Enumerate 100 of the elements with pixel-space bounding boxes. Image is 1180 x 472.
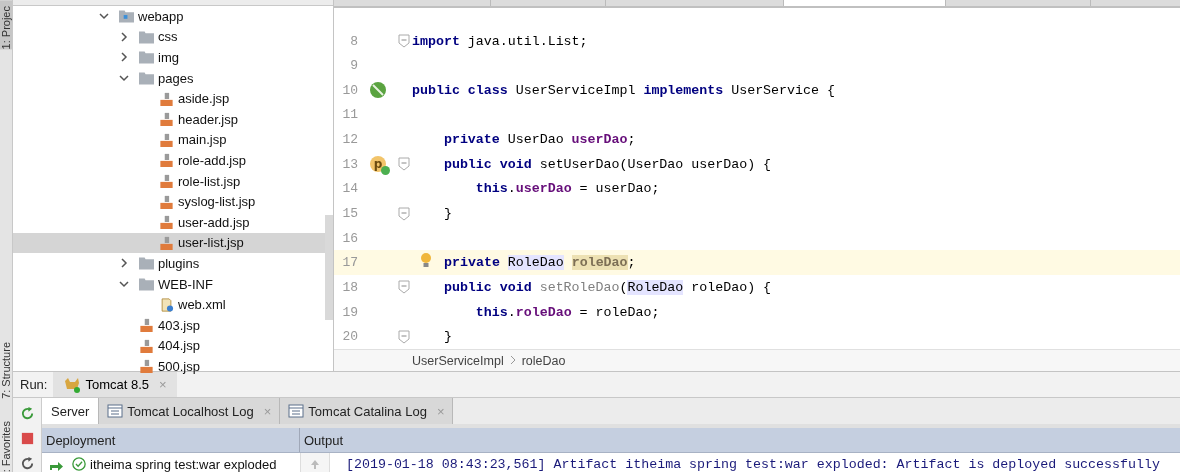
tree-item[interactable]: aside.jsp bbox=[13, 88, 325, 109]
folder-icon bbox=[139, 29, 154, 44]
chevron-icon[interactable] bbox=[119, 258, 129, 269]
log-tab[interactable]: Tomcat Catalina Log × bbox=[280, 398, 454, 424]
xml-file-icon bbox=[159, 297, 174, 312]
editor-tab[interactable] bbox=[606, 0, 784, 6]
fold-marker-icon[interactable] bbox=[398, 280, 410, 295]
log-icon bbox=[107, 403, 124, 419]
tool-window-button[interactable]: 7: Structure bbox=[0, 341, 12, 399]
fold-marker-icon[interactable] bbox=[398, 206, 410, 221]
code-text: UserServiceImpl bbox=[514, 82, 637, 98]
tree-item[interactable]: WEB-INF bbox=[13, 273, 325, 295]
jsp-file-icon bbox=[139, 318, 154, 333]
jsp-file-icon bbox=[159, 215, 174, 230]
code-text: roleDao) { bbox=[690, 279, 772, 295]
keyword: implements bbox=[643, 82, 724, 98]
chevron-icon[interactable] bbox=[119, 73, 129, 84]
fold-marker-icon[interactable] bbox=[398, 157, 410, 172]
line-number: 18 bbox=[341, 279, 358, 295]
code-text: = userDao; bbox=[578, 181, 660, 197]
editor-tab[interactable] bbox=[784, 0, 946, 6]
code-text: UserService { bbox=[730, 82, 835, 98]
code-text: ( bbox=[619, 279, 628, 295]
keyword: private bbox=[442, 132, 500, 148]
chevron-icon[interactable] bbox=[119, 52, 129, 63]
chevron-icon[interactable] bbox=[119, 31, 129, 42]
line-number: 8 bbox=[349, 33, 358, 49]
code-text: setUserDao(UserDao userDao) { bbox=[538, 156, 772, 172]
chevron-icon[interactable] bbox=[119, 279, 129, 289]
folder-icon bbox=[119, 9, 134, 24]
column-header: Deployment bbox=[42, 428, 300, 452]
jsp-file-icon bbox=[159, 153, 174, 168]
fold-marker-icon[interactable] bbox=[398, 34, 410, 49]
fold-marker-icon[interactable] bbox=[398, 329, 410, 344]
tree-item[interactable]: 404.jsp bbox=[13, 335, 325, 357]
code-text: . bbox=[507, 181, 516, 197]
tree-item[interactable]: role-list.jsp bbox=[13, 170, 325, 192]
line-number: 9 bbox=[349, 58, 358, 74]
line-number: 15 bbox=[341, 206, 358, 221]
tree-item[interactable]: role-add.jsp bbox=[13, 150, 325, 171]
code-text: } bbox=[442, 206, 452, 221]
folder-icon bbox=[139, 256, 154, 271]
line-number: 20 bbox=[341, 329, 358, 345]
chevron-icon[interactable] bbox=[99, 11, 109, 22]
keyword: public void bbox=[442, 279, 533, 295]
field-name: userDao bbox=[571, 132, 628, 148]
line-number: 11 bbox=[341, 107, 358, 123]
jsp-file-icon bbox=[139, 359, 154, 374]
breadcrumb[interactable]: roleDao bbox=[521, 353, 566, 368]
keyword: this bbox=[474, 304, 508, 320]
jsp-file-icon bbox=[159, 91, 174, 106]
tree-item[interactable]: syslog-list.jsp bbox=[13, 191, 325, 212]
editor-tab[interactable] bbox=[491, 0, 606, 6]
code-text: java.util.List; bbox=[466, 33, 588, 49]
tree-item[interactable]: web.xml bbox=[13, 294, 325, 315]
log-tab[interactable]: Tomcat Localhost Log × bbox=[99, 398, 281, 424]
tree-item[interactable]: user-add.jsp bbox=[13, 211, 325, 233]
field-name: roleDao bbox=[515, 304, 572, 320]
code-text: = roleDao; bbox=[578, 304, 660, 320]
jsp-file-icon bbox=[159, 174, 174, 189]
scrollbar-thumb[interactable] bbox=[325, 215, 333, 320]
restart-icon[interactable] bbox=[19, 456, 35, 471]
line-number: 10 bbox=[341, 82, 358, 98]
tree-item[interactable]: user-list.jsp bbox=[13, 232, 325, 254]
stop-icon[interactable] bbox=[19, 431, 35, 446]
tree-item[interactable]: main.jsp bbox=[13, 129, 325, 151]
folder-icon bbox=[139, 71, 154, 86]
run-label: Run: bbox=[19, 377, 49, 392]
tree-item[interactable]: css bbox=[13, 26, 325, 48]
check-circle-icon bbox=[72, 457, 86, 471]
jsp-file-icon bbox=[159, 132, 174, 147]
log-icon bbox=[288, 403, 305, 419]
editor-tab[interactable] bbox=[334, 0, 491, 6]
table-cell: itheima spring test:war exploded bbox=[90, 456, 277, 472]
slashed-circle-icon[interactable] bbox=[369, 81, 387, 100]
tree-item[interactable]: header.jsp bbox=[13, 108, 325, 130]
code-text: . bbox=[507, 304, 516, 320]
run-tab[interactable]: Tomcat 8.5 × bbox=[53, 372, 177, 397]
lightbulb-icon[interactable] bbox=[420, 251, 432, 268]
tree-item[interactable]: pages bbox=[13, 67, 325, 89]
tool-window-button[interactable]: 1: Projec bbox=[0, 0, 12, 50]
line-number: 12 bbox=[341, 132, 358, 148]
log-tab[interactable]: Server bbox=[42, 398, 100, 424]
jsp-file-icon bbox=[159, 112, 174, 127]
tree-item[interactable]: plugins bbox=[13, 253, 325, 274]
tree-item[interactable]: 403.jsp bbox=[13, 314, 325, 336]
breadcrumb[interactable]: UserServiceImpl bbox=[412, 353, 504, 368]
column-header: Output bbox=[303, 431, 344, 450]
cat-icon bbox=[63, 376, 82, 393]
line-number: 16 bbox=[341, 230, 358, 246]
rerun-icon[interactable] bbox=[19, 406, 35, 421]
editor-tab[interactable] bbox=[946, 0, 1091, 6]
tool-window-button[interactable]: : Favorites bbox=[0, 420, 12, 472]
field-name: roleDao bbox=[571, 255, 628, 271]
editor-tab[interactable] bbox=[1091, 0, 1180, 6]
up-arrow-icon[interactable] bbox=[309, 458, 321, 470]
keyword: import bbox=[412, 33, 460, 49]
type-name: RoleDao bbox=[627, 279, 684, 295]
tree-item[interactable]: img bbox=[13, 47, 325, 68]
tree-item[interactable]: webapp bbox=[13, 6, 325, 27]
